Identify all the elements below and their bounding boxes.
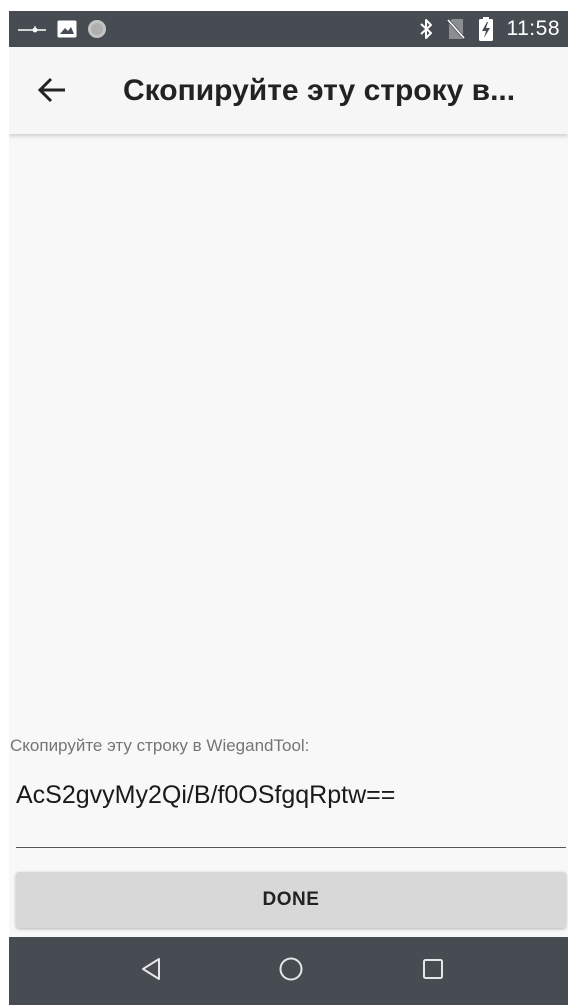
nav-back-button[interactable] xyxy=(111,937,191,1005)
back-triangle-icon xyxy=(140,957,162,986)
text-field-underline xyxy=(16,847,566,848)
navigation-bar xyxy=(9,937,568,1005)
image-icon xyxy=(57,20,77,38)
battery-charging-icon xyxy=(478,17,493,41)
key-field-label: Скопируйте эту строку в WiegandTool: xyxy=(10,736,310,755)
page-title: Скопируйте эту строку в... xyxy=(123,74,516,107)
status-bar: 11:58 xyxy=(9,11,568,47)
home-circle-icon xyxy=(278,956,304,987)
main-content: Скопируйте эту строку в WiegandTool: DON… xyxy=(9,134,568,937)
arrow-left-icon xyxy=(37,77,67,108)
app-toolbar: Скопируйте эту строку в... xyxy=(9,47,568,134)
no-sim-icon xyxy=(446,18,465,40)
back-button[interactable] xyxy=(29,69,75,115)
status-time: 11:58 xyxy=(506,17,560,40)
status-bar-notifications xyxy=(17,11,107,47)
nav-recents-button[interactable] xyxy=(393,937,473,1005)
nav-home-button[interactable] xyxy=(251,937,331,1005)
key-text-field[interactable] xyxy=(16,768,561,822)
app-frame: 11:58 Скопируйте эту строку в... Скопиру… xyxy=(9,11,568,1005)
done-button[interactable]: DONE xyxy=(16,872,566,928)
voicemail-icon xyxy=(17,22,47,36)
circle-icon xyxy=(87,19,107,39)
bluetooth-icon xyxy=(419,18,433,40)
status-bar-system: 11:58 xyxy=(419,11,561,47)
recents-square-icon xyxy=(422,958,444,985)
